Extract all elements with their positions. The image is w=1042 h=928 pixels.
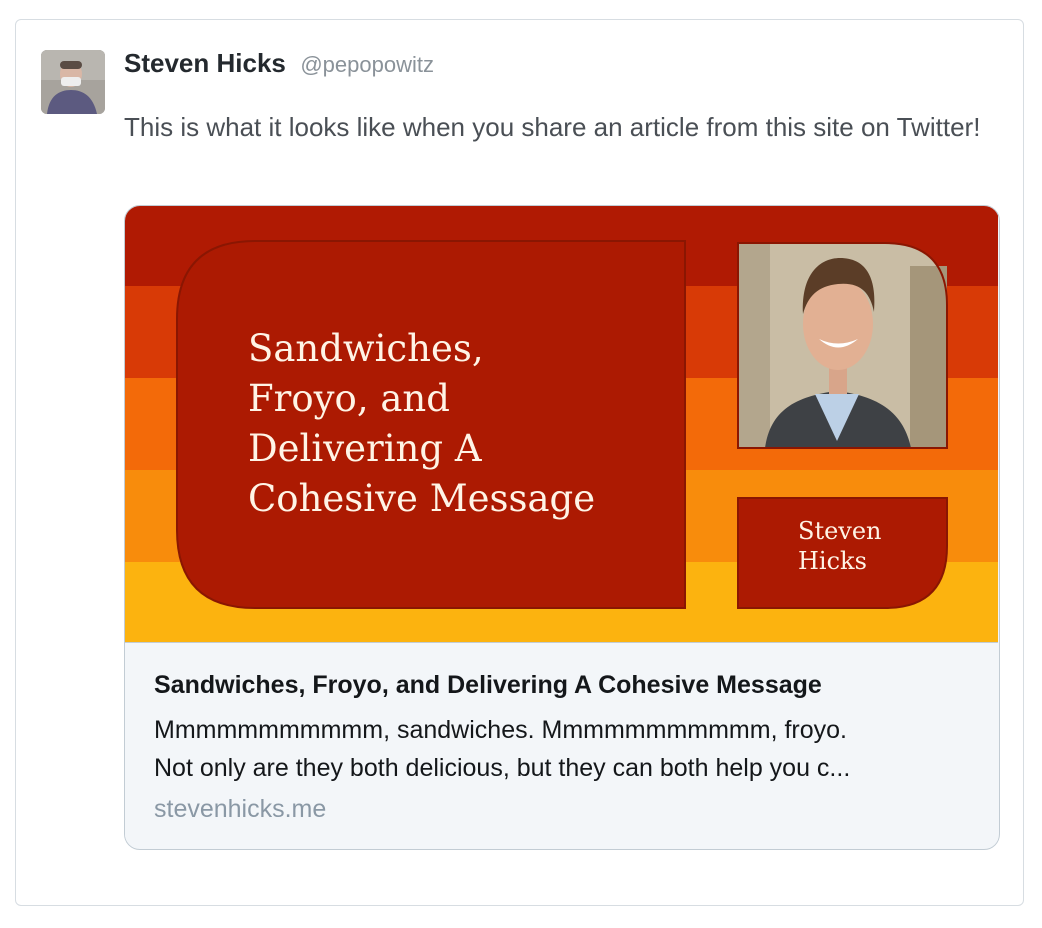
avatar[interactable]	[41, 50, 105, 114]
user-handle[interactable]: @pepopowitz	[300, 52, 434, 77]
banner-title-line: Delivering A	[248, 427, 482, 470]
banner-title-line: Sandwiches,	[248, 327, 484, 370]
card-domain[interactable]: stevenhicks.me	[154, 795, 326, 824]
tweet-card[interactable]: Steven Hicks @pepopowitz This is what it…	[15, 19, 1024, 906]
card-description-line: Mmmmmmmmmmm, sandwiches. Mmmmmmmmmmm, fr…	[154, 716, 847, 744]
card-body[interactable]: Sandwiches, Froyo, and Delivering A Cohe…	[125, 642, 998, 848]
banner-title: Sandwiches, Froyo, and Delivering A Cohe…	[248, 324, 595, 524]
card-description-line: Not only are they both delicious, but th…	[154, 754, 851, 782]
tweet-text: This is what it looks like when you shar…	[124, 112, 981, 142]
card-title[interactable]: Sandwiches, Froyo, and Delivering A Cohe…	[154, 671, 822, 700]
card-image[interactable]: Sandwiches, Froyo, and Delivering A Cohe…	[125, 206, 998, 642]
banner-title-line: Cohesive Message	[248, 477, 596, 520]
tweet-header: Steven Hicks @pepopowitz	[124, 48, 434, 79]
link-card[interactable]: Sandwiches, Froyo, and Delivering A Cohe…	[124, 205, 1000, 850]
banner-author-line: Hicks	[798, 547, 867, 575]
author-photo	[737, 242, 948, 449]
banner-title-line: Froyo, and	[248, 377, 450, 420]
avatar-photo	[41, 50, 105, 114]
card-description: Mmmmmmmmmmm, sandwiches. Mmmmmmmmmmm, fr…	[154, 711, 974, 787]
banner-author-line: Steven	[798, 517, 882, 545]
banner-author: Steven Hicks	[798, 516, 958, 576]
display-name[interactable]: Steven Hicks	[124, 48, 286, 78]
